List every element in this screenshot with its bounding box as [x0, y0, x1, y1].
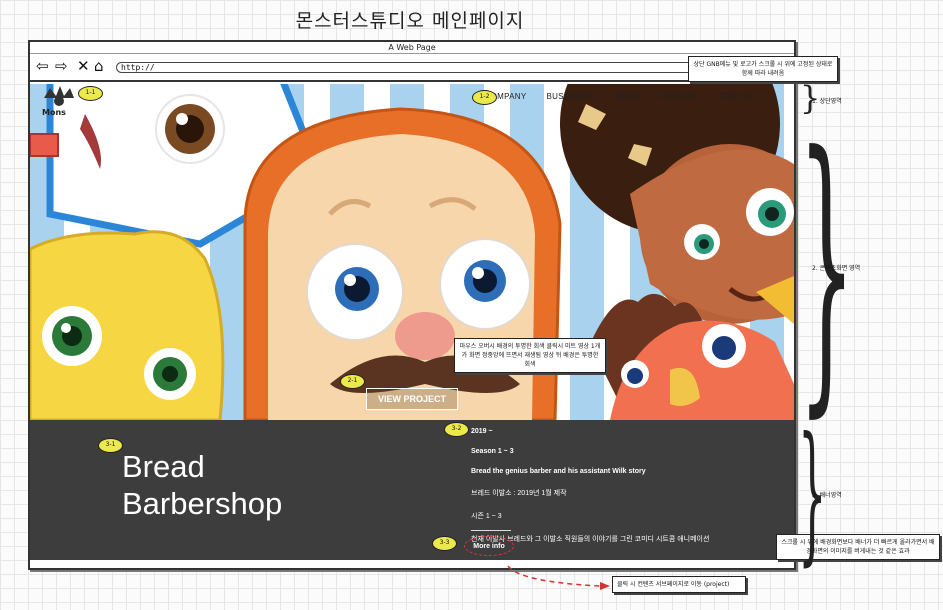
banner-section: 3-1 3-2 3-3 Bread Barbershop 2019 ~ Seas… [30, 420, 794, 560]
logo[interactable]: Mons [42, 108, 66, 117]
info-production: 브레드 이발소 : 2019년 1월 제작 [471, 490, 567, 497]
close-icon[interactable]: ✕ [77, 58, 90, 74]
marker-1-2: 1-2 [472, 90, 497, 105]
info-story-en: Bread the genius barber and his assistan… [471, 468, 646, 475]
callout-subpage-link: 클릭 시 컨텐츠 서브페이지로 이동 (project) [612, 576, 746, 593]
banner-title: Bread Barbershop [122, 448, 282, 522]
hero-visual[interactable]: Mons COMPANY BUSSINESS NEWS RECRUIT CONT… [30, 84, 794, 420]
marker-1-1: 1-1 [78, 86, 103, 101]
side-label-content: 2. 콘텐츠화면 영역 [812, 265, 861, 272]
banner-title-line2: Barbershop [122, 486, 283, 521]
home-icon[interactable]: ⌂ [94, 58, 104, 74]
side-label-banner: 3. 배너영역 [812, 492, 842, 499]
marker-3-1: 3-1 [98, 438, 123, 453]
marker-3-3: 3-3 [432, 536, 457, 551]
character-artwork [30, 84, 794, 420]
page-title: 몬스터스튜디오 메인페이지 [295, 10, 525, 32]
browser-window: A Web Page ⇦ ⇨ ✕ ⌂ http:// Mons COMPANY … [28, 40, 796, 570]
marker-2-1: 2-1 [340, 374, 365, 389]
gnb-item-business[interactable]: BUSSINESS [546, 92, 595, 101]
info-season-ko: 시즌 1 ~ 3 [471, 513, 502, 520]
gnb-item-news[interactable]: NEWS [615, 92, 640, 101]
gnb-item-recruit[interactable]: RECRUIT [660, 92, 698, 101]
info-year: 2019 ~ [471, 428, 493, 435]
window-title: A Web Page [30, 42, 794, 54]
marker-3-2: 3-2 [444, 422, 469, 437]
callout-hover-video: 마우스 오버시 배경의 투명한 회색 클릭시 미트 영상 1개가 화면 정중앙에… [454, 338, 606, 373]
gnb-menu: COMPANY BUSSINESS NEWS RECRUIT CONTACT [485, 92, 759, 101]
more-info-button[interactable]: More info [464, 536, 514, 556]
browser-toolbar: ⇦ ⇨ ✕ ⌂ http:// [30, 54, 794, 82]
divider [471, 530, 511, 531]
gnb-item-contact[interactable]: CONTACT [718, 92, 758, 101]
info-season: Season 1 ~ 3 [471, 448, 514, 455]
banner-title-line1: Bread [122, 449, 205, 484]
banner-info: 2019 ~ Season 1 ~ 3 Bread the genius bar… [471, 428, 709, 557]
arrow-left-icon[interactable]: ⇦ [36, 58, 49, 74]
arrow-right-icon[interactable]: ⇨ [55, 58, 68, 74]
view-project-button[interactable]: VIEW PROJECT [366, 388, 458, 410]
